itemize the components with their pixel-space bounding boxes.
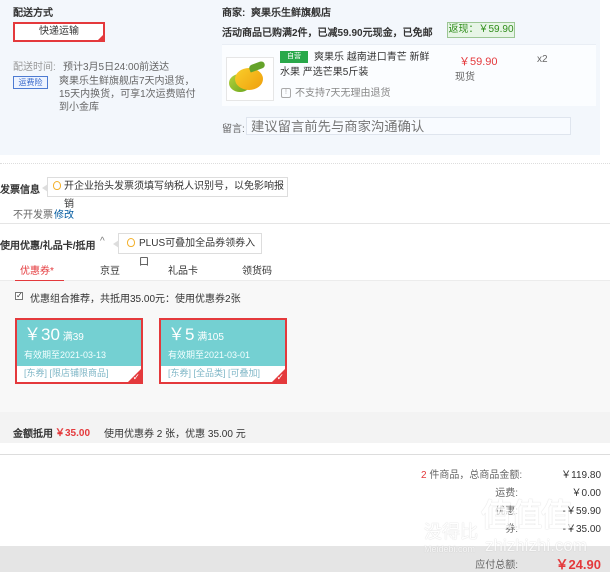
- invoice-label: 发票信息: [0, 185, 40, 196]
- watermark-domain: zhizhizhi.com: [485, 536, 588, 555]
- checkmark-icon: ✓: [132, 372, 140, 382]
- product-price: ￥59.90: [459, 56, 498, 68]
- seller-label: 商家:: [222, 8, 246, 19]
- coupon-card[interactable]: ￥5 满105 有效期至2021-03-01 [东券] [全品类] [可叠加] …: [159, 318, 287, 384]
- deduction-value: ￥35.00: [55, 428, 91, 439]
- coupon-card[interactable]: ￥30 满39 有效期至2021-03-13 [东券] [限店铺限商品] ✓: [15, 318, 143, 384]
- message-input[interactable]: [246, 117, 571, 135]
- shipping-method-button[interactable]: 快递运输: [13, 22, 105, 42]
- tab-jd-beans[interactable]: 京豆: [100, 262, 120, 277]
- invoice-status: 不开发票: [13, 210, 53, 221]
- freight-insurance-note: 爽果乐生鲜旗舰店7天内退货，15天内换货，可享1次运费赔付到小金库: [59, 76, 196, 113]
- plus-coupon-entry[interactable]: PLUS可叠加全品券领券入口: [113, 233, 262, 268]
- watermark-left-text: 没得比: [424, 522, 478, 542]
- watermark-brand: 值值值: [481, 498, 572, 533]
- info-icon: !: [281, 88, 291, 98]
- shipping-title: 配送方式: [13, 8, 53, 19]
- lightbulb-icon: [53, 181, 61, 190]
- checkout-page: 配送方式 快递运输 配送时间: 预计3月5日24:00前送达 运费险 爽果乐生鲜…: [0, 0, 610, 572]
- item-count: 2: [421, 470, 427, 481]
- watermark-small: Meidebi.com: [424, 544, 476, 554]
- product-stock: 现货: [455, 72, 475, 83]
- yellow-mango-shape: [235, 68, 263, 90]
- summary-count-text: 件商品，总商品金额:: [429, 470, 523, 481]
- watermark: 值值值 没得比 zhizhizhi.com Meidebi.com: [424, 490, 610, 572]
- coupon-divider: [0, 223, 610, 224]
- lightbulb-icon: [127, 238, 135, 247]
- section-divider: [0, 163, 610, 164]
- coupon-value: ￥30: [24, 325, 60, 344]
- recommendation-checkbox[interactable]: ✓: [15, 292, 23, 300]
- coupon-condition: 满105: [197, 332, 224, 343]
- summary-divider: [0, 454, 610, 455]
- coupon-tags: [东券] [全品类] [可叠加]: [168, 368, 261, 378]
- tab-pickup-code[interactable]: 领货码: [242, 262, 272, 277]
- product-title[interactable]: 爽果乐 越南进口青芒 新鲜水果 严选芒果5斤装: [280, 50, 430, 80]
- tab-coupons[interactable]: 优惠券*: [20, 262, 54, 277]
- shipping-time-label: 配送时间:: [13, 62, 56, 73]
- return-policy-text: 不支持7天无理由退货: [295, 88, 391, 99]
- product-row: 自营 爽果乐 越南进口青芒 新鲜水果 严选芒果5斤装 ￥59.90 现货 x2: [222, 44, 596, 106]
- coupon-recommendation: 优惠组合推荐，共抵用35.00元：使用优惠券2张: [30, 294, 241, 305]
- freight-insurance-badge: 运费险: [13, 76, 48, 89]
- chevron-up-icon[interactable]: ^: [100, 236, 105, 247]
- deduction-label: 金额抵用: [13, 429, 53, 440]
- promotion-message: 活动商品已购满2件，已减59.90元现金，已免邮: [222, 28, 433, 39]
- deduction-bar: [0, 412, 610, 443]
- summary-count: 2 件商品，总商品金额:: [421, 466, 522, 481]
- coupon-value: ￥5: [168, 325, 195, 344]
- coupon-section-label[interactable]: 使用优惠/礼品卡/抵用: [0, 237, 96, 252]
- message-label: 留言:: [222, 124, 245, 135]
- invoice-edit-link[interactable]: 修改: [54, 206, 74, 221]
- invoice-tip: 开企业抬头发票须填写纳税人识别号，以免影响报销: [42, 177, 288, 210]
- coupon-expiry: 有效期至2021-03-13: [24, 350, 107, 360]
- deduction-note: 使用优惠券 2 张，优惠 35.00 元: [104, 429, 246, 440]
- seller-name[interactable]: 爽果乐生鲜旗舰店: [251, 4, 331, 19]
- coupon-expiry: 有效期至2021-03-01: [168, 350, 251, 360]
- product-quantity: x2: [537, 54, 548, 65]
- coupon-condition: 满39: [62, 332, 84, 343]
- invoice-tip-text: 开企业抬头发票须填写纳税人识别号，以免影响报销: [64, 181, 284, 210]
- goods-amount: ￥119.80: [561, 470, 601, 481]
- shipping-time-value: 预计3月5日24:00前送达: [63, 62, 170, 73]
- rebate-badge: 返现：￥59.90: [447, 22, 515, 38]
- coupon-tags: [东券] [限店铺限商品]: [24, 368, 109, 378]
- tab-gift-card[interactable]: 礼品卡: [168, 262, 198, 277]
- checkmark-icon: ✓: [276, 372, 284, 382]
- product-image[interactable]: [226, 57, 274, 101]
